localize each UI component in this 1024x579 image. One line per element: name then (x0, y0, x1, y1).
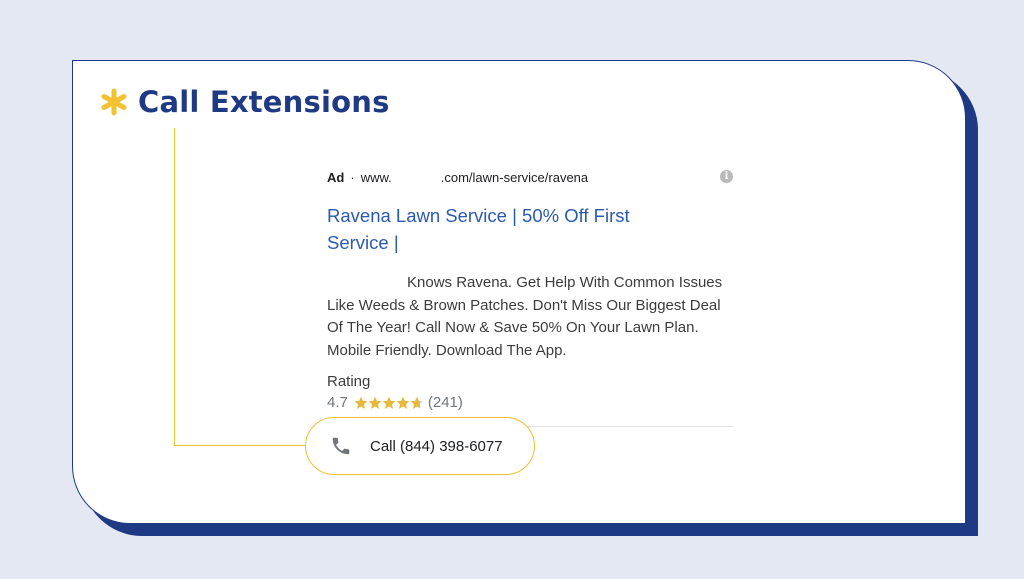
star-icon (382, 396, 396, 409)
ad-url-path: .com/lawn-service/ravena (440, 169, 589, 185)
rating-count: (241) (427, 394, 463, 411)
phone-icon (332, 437, 350, 455)
ad-url-row: Ad · www. .com/lawn-service/ravena i (327, 166, 733, 188)
star-icon (396, 396, 410, 409)
ad-label: Ad (327, 169, 345, 185)
rating-value: 4.7 (327, 394, 348, 411)
stage: Call Extensions Ad · www. .com/lawn-serv… (0, 0, 1024, 579)
rating-row: 4.7 (241) (327, 392, 733, 414)
star-icon (354, 396, 368, 409)
info-icon[interactable]: i (720, 170, 733, 183)
header: Call Extensions (100, 82, 390, 122)
ad-url-prefix: www. (360, 169, 392, 185)
call-extension-button[interactable]: Call (844) 398-6077 (305, 417, 535, 475)
ad-description-block: Knows Ravena. Get Help With Common Issue… (327, 272, 737, 362)
call-number-label: Call (844) 398-6077 (370, 437, 503, 455)
ad-headline-link[interactable]: Ravena Lawn Service | 50% Off First Serv… (327, 202, 687, 256)
rating-label: Rating (327, 373, 371, 390)
callout-connector-line (174, 128, 310, 446)
ad-separator: · (350, 169, 355, 185)
star-icon (410, 396, 424, 409)
page-title: Call Extensions (138, 85, 390, 119)
ad-description: Knows Ravena. Get Help With Common Issue… (327, 274, 723, 359)
star-icon (368, 396, 382, 409)
rating-stars (354, 396, 424, 410)
asterisk-icon (101, 88, 127, 116)
search-ad: Ad · www. .com/lawn-service/ravena i Rav… (327, 166, 733, 427)
